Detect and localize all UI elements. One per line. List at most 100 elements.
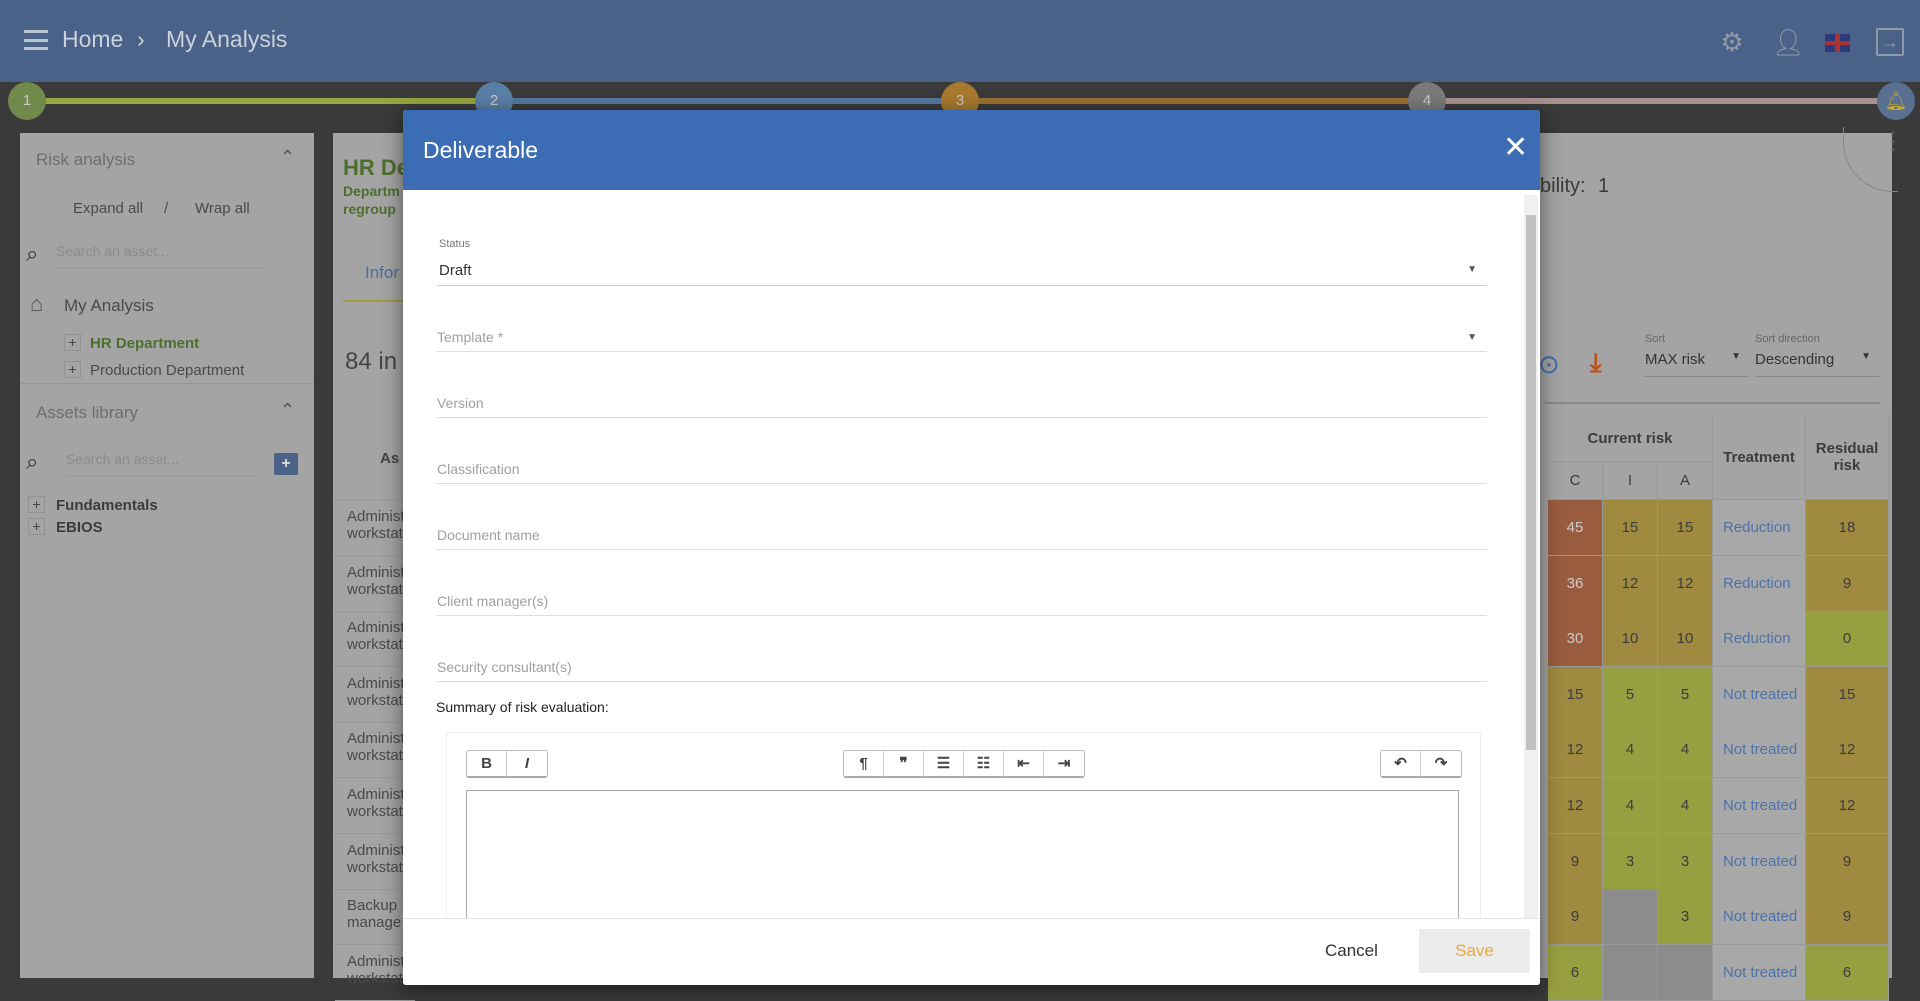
risk-cell-i: 4 (1603, 778, 1658, 834)
risk-cell-c: 36 (1548, 555, 1603, 612)
divider (20, 383, 314, 384)
template-select[interactable]: Template * ▼ (437, 322, 1487, 352)
bullet-list-button[interactable]: ☰ (924, 751, 964, 777)
risk-cell-a: 3 (1658, 833, 1713, 890)
target-icon[interactable]: ⊙ (1538, 349, 1560, 380)
asset-search-input[interactable]: Search an asset... (66, 451, 258, 477)
treatment-link[interactable]: Not treated (1713, 944, 1806, 1001)
treatment-link[interactable]: Reduction (1713, 611, 1806, 668)
security-consultants-input[interactable]: Security consultant(s) (437, 652, 1487, 682)
treatment-link[interactable]: Not treated (1713, 889, 1806, 946)
dropdown-arrow-icon: ▼ (1467, 332, 1477, 343)
expand-icon[interactable]: + (28, 518, 45, 535)
italic-button[interactable]: I (507, 751, 547, 777)
dropdown-arrow-icon: ▼ (1467, 264, 1477, 275)
history-toolbar-group: ↶ ↷ (1380, 750, 1462, 778)
more-vert-icon[interactable]: ⋮ (1881, 130, 1905, 154)
save-button[interactable]: Save (1419, 929, 1530, 973)
cancel-button[interactable]: Cancel (1325, 941, 1378, 961)
risk-cell-i (1603, 889, 1658, 946)
expand-all-link[interactable]: Expand all (73, 200, 143, 217)
col-c-header: C (1548, 462, 1603, 500)
tab-information[interactable]: Infor (365, 263, 399, 283)
bold-button[interactable]: B (467, 751, 507, 777)
outdent-button[interactable]: ⇤ (1004, 751, 1044, 777)
step-1[interactable]: 1 (8, 82, 46, 120)
top-bar: Home › My Analysis ⚙ 👤︎ → (0, 0, 1920, 82)
sort-direction-select[interactable]: Descending ▼ (1755, 351, 1879, 377)
risk-search-input[interactable]: Search an asset... (56, 243, 268, 269)
scrollbar[interactable] (1524, 195, 1538, 918)
undo-button[interactable]: ↶ (1381, 751, 1421, 777)
deliverable-dialog: Deliverable ✕ Status Draft ▼ Template * ▼ … (403, 110, 1540, 985)
risk-cell-a: 4 (1658, 722, 1713, 779)
tree-item-production[interactable]: Production Department (90, 362, 244, 379)
indent-button[interactable]: ⇥ (1044, 751, 1084, 777)
gear-icon[interactable]: ⚙ (1718, 28, 1746, 56)
chevron-up-icon[interactable]: ⌃ (280, 400, 295, 421)
current-risk-header: Current risk (1548, 415, 1713, 462)
menu-icon[interactable] (24, 30, 48, 50)
risk-cell-c: 30 (1548, 611, 1603, 668)
dropdown-arrow-icon: ▼ (1861, 351, 1871, 362)
risk-cell-i: 15 (1603, 500, 1658, 556)
treatment-link[interactable]: Not treated (1713, 722, 1806, 779)
redo-button[interactable]: ↷ (1421, 751, 1461, 777)
col-i-header: I (1603, 462, 1658, 500)
step-line-4 (1427, 98, 1897, 104)
risk-analysis-title: Risk analysis (36, 150, 136, 169)
treatment-link[interactable]: Not treated (1713, 666, 1806, 723)
breadcrumb-separator-icon: › (137, 26, 145, 52)
dialog-footer: Cancel Save (403, 918, 1540, 985)
risk-cell-r: 6 (1806, 944, 1889, 1001)
numbered-list-button[interactable]: ☷ (964, 751, 1004, 777)
dropdown-arrow-icon: ▼ (1731, 351, 1741, 362)
tree-root[interactable]: My Analysis (64, 296, 154, 316)
card-title: HR De (343, 155, 410, 180)
breadcrumb-home[interactable]: Home (62, 26, 123, 53)
download-icon[interactable]: ⤓ (1590, 347, 1602, 379)
treatment-link[interactable]: Not treated (1713, 778, 1806, 834)
risk-cell-i: 10 (1603, 611, 1658, 668)
dialog-title: Deliverable (423, 137, 539, 163)
risk-cell-r: 18 (1806, 500, 1889, 556)
sort-label: Sort (1645, 333, 1666, 345)
block-toolbar-group: ¶ ❞ ☰ ☷ ⇤ ⇥ (843, 750, 1085, 778)
treatment-link[interactable]: Reduction (1713, 555, 1806, 612)
expand-icon[interactable]: + (28, 496, 45, 513)
classification-input[interactable]: Classification (437, 454, 1487, 484)
heading-button[interactable]: ¶ (844, 751, 884, 777)
close-icon[interactable]: ✕ (1503, 130, 1528, 165)
dialog-header: Deliverable ✕ (403, 110, 1540, 190)
status-select[interactable]: Draft ▼ (437, 256, 1487, 286)
tree-item-hr[interactable]: HR Department (90, 335, 199, 352)
version-input[interactable]: Version (437, 388, 1487, 418)
assets-library-title: Assets library (36, 403, 139, 422)
residual-header: Residual risk (1806, 415, 1889, 500)
sort-select[interactable]: MAX risk ▼ (1645, 351, 1749, 377)
treatment-link[interactable]: Reduction (1713, 500, 1806, 556)
library-item-fundamentals[interactable]: Fundamentals (56, 497, 158, 514)
expand-icon[interactable]: + (64, 334, 81, 351)
probability-value: 1 (1598, 175, 1610, 197)
add-asset-icon[interactable]: + (274, 453, 298, 475)
risk-cell-a: 10 (1658, 611, 1713, 668)
quote-button[interactable]: ❞ (884, 751, 924, 777)
logout-icon[interactable]: → (1876, 28, 1904, 56)
expand-icon[interactable]: + (64, 361, 81, 378)
card-subtitle-2: regroup (343, 201, 396, 217)
deliverable-step-icon[interactable]: 🔔︎ (1877, 82, 1915, 120)
risk-cell-a: 12 (1658, 555, 1713, 612)
uk-flag-icon[interactable] (1825, 34, 1850, 52)
treatment-link[interactable]: Not treated (1713, 833, 1806, 890)
chevron-up-icon[interactable]: ⌃ (280, 147, 295, 168)
client-managers-input[interactable]: Client manager(s) (437, 586, 1487, 616)
breadcrumb-current: My Analysis (166, 26, 288, 52)
wrap-all-link[interactable]: Wrap all (195, 200, 250, 217)
risk-cell-a: 3 (1658, 889, 1713, 946)
user-icon[interactable]: 👤︎ (1772, 28, 1805, 56)
document-name-input[interactable]: Document name (437, 520, 1487, 550)
library-item-ebios[interactable]: EBIOS (56, 519, 103, 536)
risk-cell-i: 3 (1603, 833, 1658, 890)
probability-label: bility: (1540, 175, 1586, 197)
